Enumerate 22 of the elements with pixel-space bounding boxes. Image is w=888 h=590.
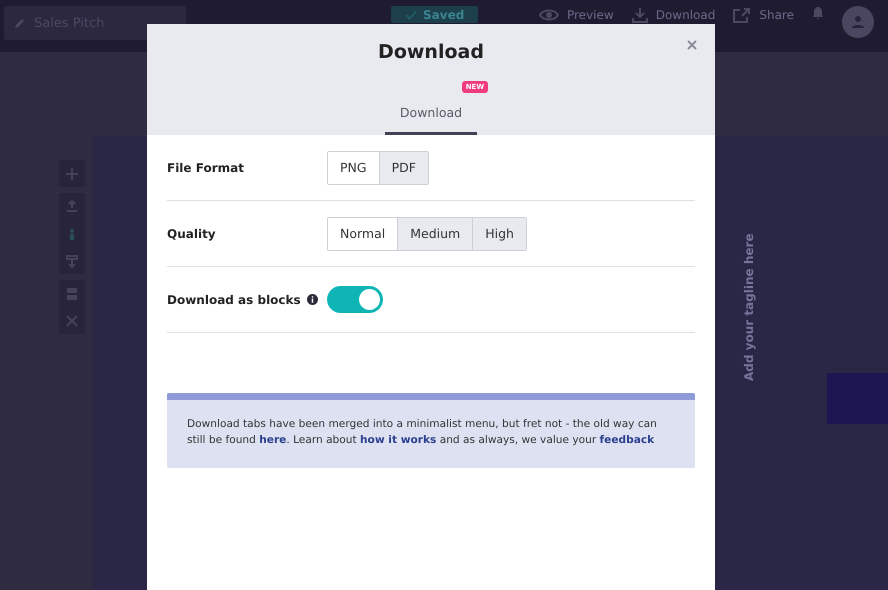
check-icon — [405, 10, 417, 20]
option-button[interactable]: Medium — [397, 218, 472, 250]
option-button[interactable]: High — [472, 218, 526, 250]
toggle-switch[interactable] — [327, 286, 383, 313]
close-button[interactable] — [685, 38, 699, 52]
share-icon — [733, 6, 752, 22]
pencil-icon — [14, 17, 26, 29]
avatar-icon[interactable] — [842, 6, 874, 38]
option-button[interactable]: PDF — [378, 152, 428, 184]
eye-icon — [538, 8, 559, 22]
bell-icon[interactable] — [812, 6, 824, 20]
link[interactable]: feedback — [600, 434, 654, 446]
tagline-text: Add your tagline here — [742, 233, 756, 381]
row-label: Download as blocks — [167, 292, 301, 306]
link[interactable]: how it works — [360, 434, 436, 446]
dialog-title: Download — [378, 41, 484, 63]
row-label: File Format — [167, 160, 244, 174]
info-icon[interactable] — [306, 294, 318, 305]
download-icon — [632, 6, 648, 22]
link[interactable]: here — [259, 434, 286, 446]
notice-text: Download tabs have been merged into a minimalist menu, but fret not - the old way can still be found here. Learn about how it works and as always, we value your feedback — [187, 417, 658, 448]
row-label: Quality — [167, 226, 216, 240]
